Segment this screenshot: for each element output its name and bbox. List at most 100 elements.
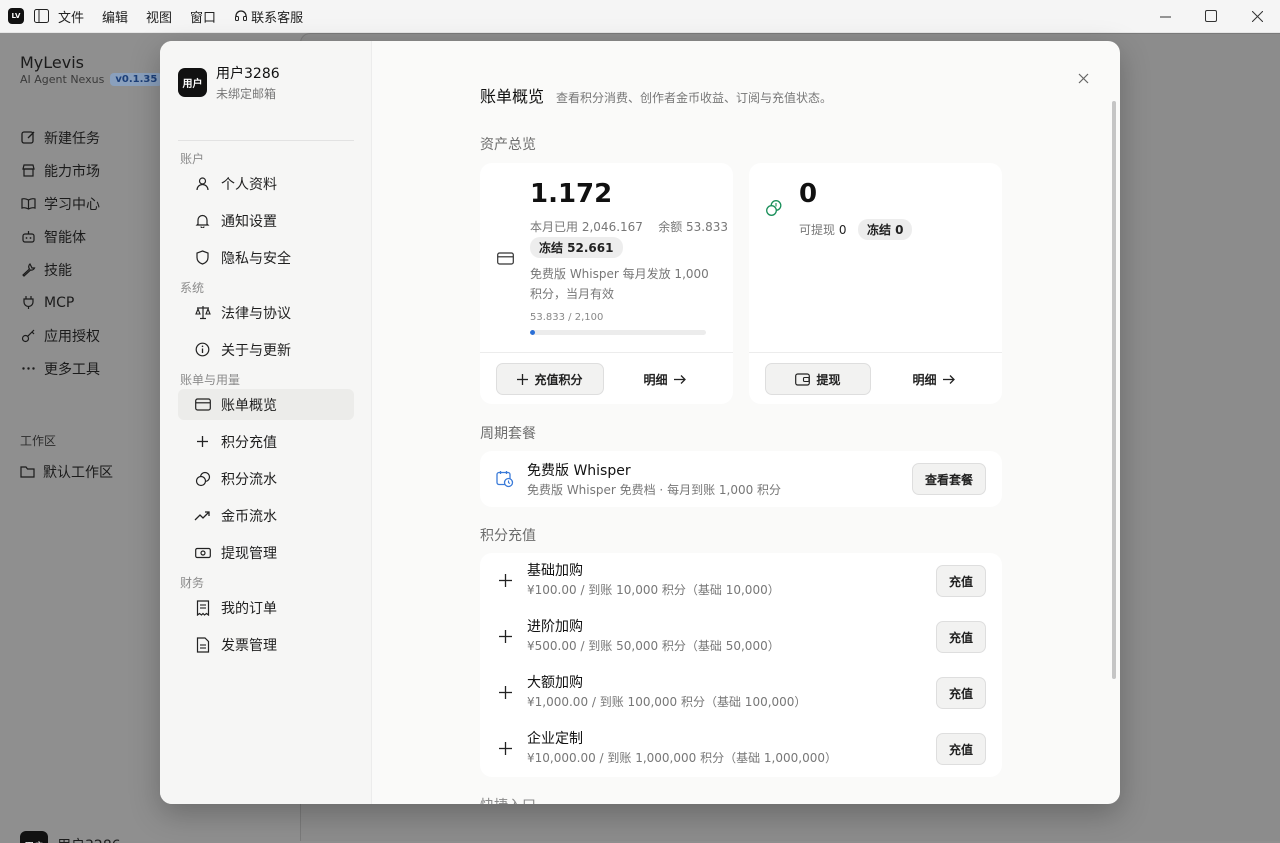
menu-view[interactable]: 视图: [146, 7, 172, 26]
recharge-card: 基础加购 ¥100.00 / 到账 10,000 积分（基础 10,000） 充…: [480, 553, 1002, 777]
settings-item-about[interactable]: 关于与更新: [178, 334, 354, 365]
page-title: 账单概览: [480, 87, 545, 106]
menu-support-label: 联系客服: [251, 10, 304, 26]
settings-item-label: 提现管理: [221, 545, 277, 562]
bell-icon: [194, 212, 211, 229]
profile-name: 用户3286: [216, 66, 280, 82]
settings-item-points-ledger[interactable]: 积分流水: [178, 463, 354, 494]
app-nav-authorization[interactable]: 应用授权: [20, 319, 100, 352]
frozen-badge: 冻结 52.661: [530, 237, 623, 258]
app-nav-skills[interactable]: 技能: [20, 253, 100, 286]
app-nav-market[interactable]: 能力市场: [20, 154, 100, 187]
trend-icon: [194, 507, 211, 524]
settings-item-privacy[interactable]: 隐私与安全: [178, 242, 354, 273]
button-label: 提现: [816, 372, 841, 387]
menu-window[interactable]: 窗口: [190, 7, 216, 26]
profile-email: 未绑定邮箱: [216, 87, 277, 101]
scrollbar[interactable]: [1112, 101, 1116, 679]
settings-item-label: 金币流水: [221, 508, 277, 525]
app-nav-label: 技能: [44, 262, 72, 279]
recharge-description: ¥500.00 / 到账 50,000 积分（基础 50,000）: [527, 639, 780, 653]
coins-meta: 可提现 0 冻结 0: [799, 219, 913, 240]
settings-item-orders[interactable]: 我的订单: [178, 592, 354, 623]
app-nav-agents[interactable]: 智能体: [20, 220, 100, 253]
recharge-name: 企业定制: [527, 731, 583, 747]
settings-item-profile[interactable]: 个人资料: [178, 168, 354, 199]
view-plans-button[interactable]: 查看套餐: [911, 463, 986, 495]
settings-item-label: 账单概览: [221, 397, 277, 414]
recharge-button[interactable]: 充值: [935, 733, 986, 765]
recharge-button[interactable]: 充值: [935, 621, 986, 653]
recharge-button[interactable]: 充值: [935, 565, 986, 597]
settings-item-notifications[interactable]: 通知设置: [178, 205, 354, 236]
points-detail-button[interactable]: 明细: [630, 363, 700, 395]
recharge-button[interactable]: 充值: [935, 677, 986, 709]
wallet-icon: [795, 372, 811, 386]
receipt-icon: [194, 599, 211, 616]
avatar: 用户: [178, 68, 207, 97]
menu-file[interactable]: 文件: [58, 7, 84, 26]
recharge-row: 基础加购 ¥100.00 / 到账 10,000 积分（基础 10,000） 充…: [480, 553, 1002, 609]
bot-icon: [20, 229, 36, 245]
plus-icon: [496, 627, 514, 645]
points-usage: 本月已用 2,046.167 余额 53.833: [530, 218, 728, 235]
balance-value: 53.833: [686, 220, 729, 234]
shield-icon: [194, 249, 211, 266]
title-bar: LV 文件 编辑 视图 窗口 联系客服: [0, 0, 1280, 33]
settings-item-invoices[interactable]: 发票管理: [178, 629, 354, 660]
menu-support[interactable]: 联系客服: [234, 7, 303, 26]
app-nav-new-task[interactable]: 新建任务: [20, 121, 100, 154]
minimize-button[interactable]: [1142, 0, 1188, 33]
settings-item-coin-ledger[interactable]: 金币流水: [178, 500, 354, 531]
app-nav-label: 更多工具: [44, 361, 100, 378]
coins-detail-button[interactable]: 明细: [899, 363, 969, 395]
window-close-button[interactable]: [1234, 0, 1280, 33]
group-title-system: 系统: [180, 281, 205, 295]
menu-edit[interactable]: 编辑: [102, 7, 128, 26]
settings-item-recharge[interactable]: 积分充值: [178, 426, 354, 457]
wrench-icon: [20, 262, 36, 278]
used-label: 本月已用: [530, 220, 579, 234]
sidebar-toggle-icon[interactable]: [34, 8, 50, 24]
modal-close-button[interactable]: [1072, 67, 1094, 89]
recharge-description: ¥100.00 / 到账 10,000 积分（基础 10,000）: [527, 583, 780, 597]
close-icon: [1078, 73, 1088, 83]
cash-icon: [194, 544, 211, 561]
brand: MyLevis AI Agent Nexus v0.1.35: [20, 53, 163, 86]
settings-item-label: 我的订单: [221, 600, 277, 617]
coins-value: 0: [799, 179, 818, 209]
recharge-row: 进阶加购 ¥500.00 / 到账 50,000 积分（基础 50,000） 充…: [480, 609, 1002, 665]
plus-icon: [517, 373, 529, 385]
settings-item-label: 发票管理: [221, 637, 277, 654]
group-title-billing: 账单与用量: [180, 373, 241, 387]
group-title-finance: 财务: [180, 576, 205, 590]
app-nav-mcp[interactable]: MCP: [20, 286, 100, 319]
recharge-row: 企业定制 ¥10,000.00 / 到账 1,000,000 积分（基础 1,0…: [480, 721, 1002, 777]
withdrawable-value: 0: [838, 223, 847, 237]
settings-item-withdraw[interactable]: 提现管理: [178, 537, 354, 568]
progress-label: 53.833 / 2,100: [530, 312, 604, 323]
bottom-user[interactable]: 用户 用户3286: [20, 831, 121, 843]
settings-item-billing-overview[interactable]: 账单概览: [178, 389, 354, 420]
recharge-points-button[interactable]: 充值积分: [496, 363, 604, 395]
workspace-default[interactable]: 默认工作区: [20, 462, 113, 482]
app-nav-label: 能力市场: [44, 163, 100, 180]
points-note: 免费版 Whisper 每月发放 1,000 积分，当月有效: [530, 267, 709, 301]
app-nav-more-tools[interactable]: 更多工具: [20, 352, 100, 385]
arrow-right-icon: [942, 374, 955, 384]
card-icon: [496, 249, 514, 267]
folder-icon: [20, 466, 35, 478]
maximize-button[interactable]: [1188, 0, 1234, 33]
withdraw-button[interactable]: 提现: [765, 363, 871, 395]
divider: [749, 352, 1002, 353]
app-nav-learning[interactable]: 学习中心: [20, 187, 100, 220]
settings-item-label: 关于与更新: [221, 342, 291, 359]
app-nav-label: MCP: [44, 294, 75, 311]
version-badge: v0.1.35: [110, 73, 163, 86]
plus-icon: [194, 433, 211, 450]
recharge-row: 大额加购 ¥1,000.00 / 到账 100,000 积分（基础 100,00…: [480, 665, 1002, 721]
plan-description: 免费版 Whisper 免费档 · 每月到账 1,000 积分: [527, 483, 782, 497]
coins-icon: [194, 470, 211, 487]
settings-item-legal[interactable]: 法律与协议: [178, 297, 354, 328]
section-title-assets: 资产总览: [480, 137, 536, 153]
